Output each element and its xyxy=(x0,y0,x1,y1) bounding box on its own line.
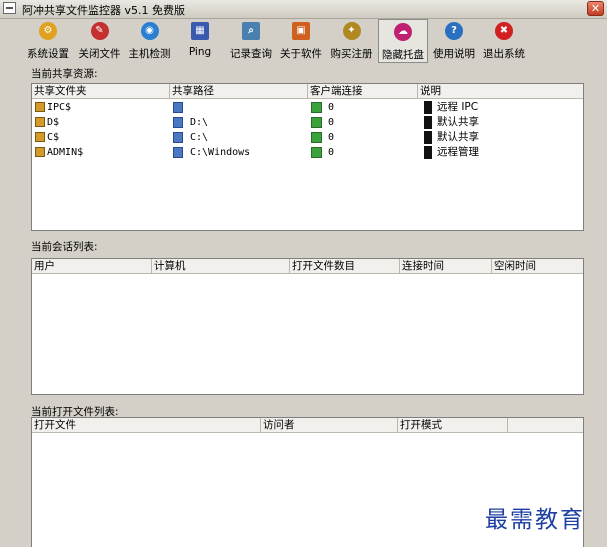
settings-label: 系统设置 xyxy=(27,48,69,60)
share-name: ADMIN$ xyxy=(47,147,84,158)
col-idle-time[interactable]: 空闲时间 xyxy=(492,259,583,273)
share-note: 远程管理 xyxy=(437,146,479,158)
col-share-path[interactable]: 共享路径 xyxy=(170,84,308,98)
ping-label: Ping xyxy=(188,46,212,58)
client-count: 0 xyxy=(328,102,335,113)
shared-folder-icon xyxy=(35,117,45,127)
about-label: 关于软件 xyxy=(280,48,322,60)
share-path: D:\ xyxy=(190,117,209,128)
col-computer[interactable]: 计算机 xyxy=(152,259,290,273)
col-share-folder[interactable]: 共享文件夹 xyxy=(32,84,170,98)
document-icon xyxy=(424,116,432,129)
globe-icon: ◉ xyxy=(140,22,159,40)
help-label: 使用说明 xyxy=(433,48,475,60)
share-name: D$ xyxy=(47,117,60,128)
col-open-file[interactable]: 打开文件 xyxy=(32,418,261,432)
host-check-label: 主机检测 xyxy=(128,48,171,60)
drive-icon xyxy=(173,147,183,158)
table-row[interactable]: D$ D:\ 0 默认共享 xyxy=(32,115,583,130)
col-connect-time[interactable]: 连接时间 xyxy=(400,259,492,273)
hide-tray-label: 隐藏托盘 xyxy=(382,49,424,61)
document-icon xyxy=(424,146,432,159)
share-note: 默认共享 xyxy=(437,131,479,143)
share-path: C:\ xyxy=(190,132,209,143)
shared-folder-icon xyxy=(35,147,45,157)
share-name: C$ xyxy=(47,132,60,143)
client-count: 0 xyxy=(328,117,335,128)
sessions-table-header: 用户 计算机 打开文件数目 连接时间 空闲时间 xyxy=(32,259,583,274)
help-icon: ? xyxy=(445,22,463,40)
table-row[interactable]: C$ C:\ 0 默认共享 xyxy=(32,130,583,145)
title-bar: 阿冲共享文件监控器 v5.1 免费版 ✕ xyxy=(0,0,607,19)
exit-icon: ✖ xyxy=(495,22,513,40)
document-icon xyxy=(424,131,432,144)
window-close-button[interactable]: ✕ xyxy=(587,1,604,16)
client-icon xyxy=(311,132,322,143)
shares-table[interactable]: 共享文件夹 共享路径 客户端连接 说明 IPC$ 0 远程 IPC D$ D:\… xyxy=(31,83,584,231)
ping-button[interactable]: ▦ Ping xyxy=(179,19,221,63)
exit-button[interactable]: ✖ 退出系统 xyxy=(480,19,528,63)
table-row[interactable]: ADMIN$ C:\Windows 0 远程管理 xyxy=(32,145,583,160)
client-icon xyxy=(311,102,322,113)
exit-label: 退出系统 xyxy=(483,48,525,60)
register-button[interactable]: ✦ 购买注册 xyxy=(327,19,376,63)
sessions-section-label: 当前会话列表: xyxy=(31,241,98,253)
system-menu-icon[interactable] xyxy=(3,2,16,14)
window-title: 阿冲共享文件监控器 v5.1 免费版 xyxy=(22,4,185,17)
table-row[interactable]: IPC$ 0 远程 IPC xyxy=(32,100,583,115)
register-icon: ✦ xyxy=(342,22,361,40)
col-visitor[interactable]: 访问者 xyxy=(261,418,398,432)
share-note: 默认共享 xyxy=(437,116,479,128)
col-open-mode[interactable]: 打开模式 xyxy=(398,418,508,432)
sessions-table[interactable]: 用户 计算机 打开文件数目 连接时间 空闲时间 xyxy=(31,258,584,395)
shares-section-label: 当前共享资源: xyxy=(31,68,98,80)
col-open-file-count[interactable]: 打开文件数目 xyxy=(290,259,400,273)
log-search-icon: ⌕ xyxy=(242,22,260,40)
col-user[interactable]: 用户 xyxy=(32,259,152,273)
watermark-text: 最需教育 xyxy=(485,507,585,533)
share-note: 远程 IPC xyxy=(437,101,479,113)
close-file-icon: ✎ xyxy=(90,22,109,40)
drive-icon xyxy=(173,132,183,143)
shared-folder-icon xyxy=(35,132,45,142)
network-icon: ▦ xyxy=(191,22,209,40)
tray-icon: ☁ xyxy=(394,23,412,41)
about-icon: ▣ xyxy=(292,22,310,40)
share-path: C:\Windows xyxy=(190,147,251,158)
client-icon xyxy=(311,117,322,128)
settings-button[interactable]: ⚙ 系统设置 xyxy=(24,19,72,63)
settings-icon: ⚙ xyxy=(39,22,57,40)
open-files-table-header: 打开文件 访问者 打开模式 xyxy=(32,418,583,433)
log-query-label: 记录查询 xyxy=(230,48,272,60)
shares-table-header: 共享文件夹 共享路径 客户端连接 说明 xyxy=(32,84,583,99)
client-count: 0 xyxy=(328,132,335,143)
help-button[interactable]: ? 使用说明 xyxy=(430,19,478,63)
col-description[interactable]: 说明 xyxy=(418,84,583,98)
register-label: 购买注册 xyxy=(330,48,373,60)
drive-icon xyxy=(173,102,183,113)
close-file-label: 关闭文件 xyxy=(78,48,121,60)
col-client-connections[interactable]: 客户端连接 xyxy=(308,84,418,98)
document-icon xyxy=(424,101,432,114)
client-count: 0 xyxy=(328,147,335,158)
close-file-button[interactable]: ✎ 关闭文件 xyxy=(75,19,124,63)
shared-folder-icon xyxy=(35,102,45,112)
about-button[interactable]: ▣ 关于软件 xyxy=(277,19,325,63)
drive-icon xyxy=(173,117,183,128)
toolbar: ⚙ 系统设置 ✎ 关闭文件 ◉ 主机检测 ▦ Ping ⌕ 记录查询 ▣ 关于软… xyxy=(0,19,607,63)
log-query-button[interactable]: ⌕ 记录查询 xyxy=(227,19,275,63)
host-check-button[interactable]: ◉ 主机检测 xyxy=(126,19,173,63)
share-name: IPC$ xyxy=(47,102,72,113)
client-icon xyxy=(311,147,322,158)
hide-tray-button[interactable]: ☁ 隐藏托盘 xyxy=(378,19,428,63)
